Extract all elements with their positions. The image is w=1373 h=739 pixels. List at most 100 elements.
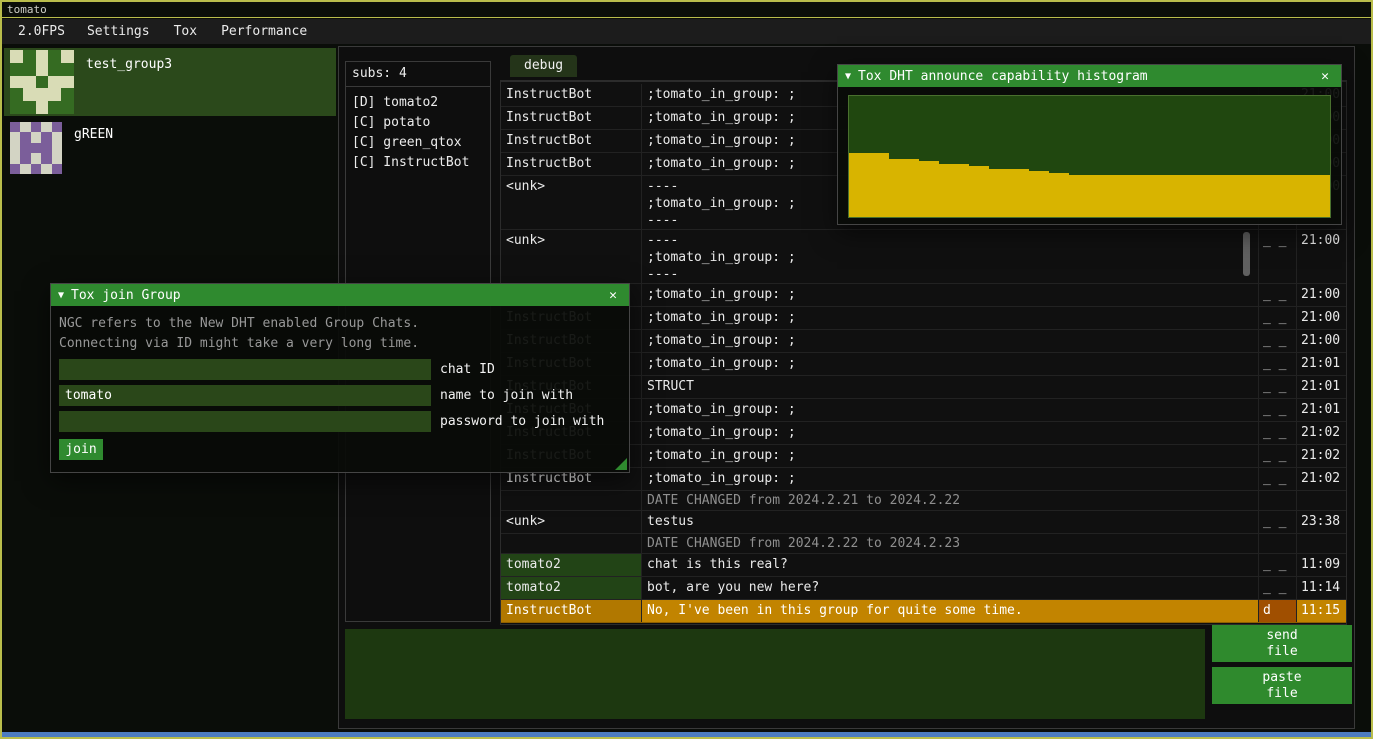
- histogram-bar: [1180, 175, 1190, 217]
- app-window: tomato 2.0FPS Settings Tox Performance t…: [0, 0, 1373, 739]
- avatar-pixel: [23, 88, 36, 101]
- send-file-button[interactable]: send file: [1212, 625, 1352, 662]
- chat-scrollbar[interactable]: [1243, 232, 1250, 276]
- message-row[interactable]: InstructBotNo, I've been in this group f…: [501, 600, 1346, 623]
- window-titlebar[interactable]: tomato: [2, 2, 1371, 18]
- avatar-pixel: [31, 143, 41, 153]
- group-item-test_group3[interactable]: test_group3: [4, 48, 336, 116]
- chat-id-input[interactable]: [59, 359, 431, 380]
- message-flags: _ _: [1258, 376, 1296, 398]
- join-name-input[interactable]: [59, 385, 431, 406]
- avatar-pixel: [48, 88, 61, 101]
- menu-performance[interactable]: Performance: [209, 19, 319, 44]
- histogram-bar: [1250, 175, 1260, 217]
- message-flags: _ _: [1258, 353, 1296, 375]
- avatar-pixel: [10, 122, 20, 132]
- message-text: chat is this real?: [641, 554, 1258, 576]
- message-time: 21:00: [1296, 330, 1346, 352]
- collapse-arrow-icon[interactable]: ▼: [845, 71, 851, 82]
- message-row[interactable]: <unk>---- ;tomato_in_group: ; ----_ _21:…: [501, 230, 1346, 284]
- histogram-bar: [909, 159, 919, 217]
- histogram-bar: [1320, 175, 1330, 217]
- avatar-pixel: [61, 101, 74, 114]
- subs-item-green_qtox[interactable]: [C] green_qtox: [352, 133, 484, 153]
- histogram-bar: [1230, 175, 1240, 217]
- join-password-input[interactable]: [59, 411, 431, 432]
- message-sender: <unk>: [501, 176, 641, 229]
- message-sender: tomato2: [501, 554, 641, 576]
- message-time: 21:00: [1296, 230, 1346, 283]
- close-icon[interactable]: ✕: [604, 288, 622, 303]
- subs-item-tomato2[interactable]: [D] tomato2: [352, 93, 484, 113]
- close-icon[interactable]: ✕: [1316, 69, 1334, 84]
- histogram-bar: [1149, 175, 1159, 217]
- dht-histogram-titlebar[interactable]: ▼ Tox DHT announce capability histogram …: [838, 65, 1341, 87]
- histogram-bar: [1220, 175, 1230, 217]
- dht-histogram-window[interactable]: ▼ Tox DHT announce capability histogram …: [837, 64, 1342, 225]
- message-time: 21:01: [1296, 353, 1346, 375]
- group-label: gREEN: [74, 127, 113, 142]
- field-row-name: name to join with: [59, 385, 621, 406]
- avatar-pixel: [36, 101, 49, 114]
- histogram-bar: [939, 164, 949, 217]
- message-sender: <unk>: [501, 230, 641, 283]
- avatar-pixel: [10, 63, 23, 76]
- message-flags: [1258, 491, 1296, 510]
- histogram-bar: [849, 153, 859, 217]
- avatar-pixel: [41, 143, 51, 153]
- message-text: testus: [641, 511, 1258, 533]
- histogram-bar: [1039, 171, 1049, 217]
- message-row[interactable]: <unk>testus_ _23:38: [501, 511, 1346, 534]
- avatar-pixel: [61, 88, 74, 101]
- bottom-border-strip: [2, 732, 1371, 737]
- message-time: 23:38: [1296, 511, 1346, 533]
- resize-grip[interactable]: [615, 458, 627, 470]
- avatar-pixel: [41, 122, 51, 132]
- avatar-pixel: [36, 63, 49, 76]
- paste-file-button[interactable]: paste file: [1212, 667, 1352, 704]
- message-sender: tomato2: [501, 577, 641, 599]
- date-separator-row[interactable]: DATE CHANGED from 2024.2.22 to 2024.2.23: [501, 534, 1346, 554]
- message-row[interactable]: tomato2chat is this real?_ _11:09: [501, 554, 1346, 577]
- histogram-bar: [989, 169, 999, 217]
- join-group-titlebar[interactable]: ▼ Tox join Group ✕: [51, 284, 629, 306]
- avatar-pixel: [61, 50, 74, 63]
- menu-bar: 2.0FPS Settings Tox Performance: [2, 19, 1371, 44]
- histogram-bar: [889, 159, 899, 217]
- join-group-window[interactable]: ▼ Tox join Group ✕ NGC refers to the New…: [50, 283, 630, 473]
- histogram-bar: [1270, 175, 1280, 217]
- histogram-bar: [919, 161, 929, 217]
- message-time: [1296, 534, 1346, 553]
- fps-counter: 2.0FPS: [8, 19, 75, 44]
- message-text: No, I've been in this group for quite so…: [641, 600, 1258, 622]
- histogram-bar: [859, 153, 869, 217]
- subs-item-instructbot[interactable]: [C] InstructBot: [352, 153, 484, 173]
- subs-item-potato[interactable]: [C] potato: [352, 113, 484, 133]
- tab-debug[interactable]: debug: [510, 55, 577, 77]
- histogram-bar: [1240, 175, 1250, 217]
- avatar-pixel: [10, 50, 23, 63]
- message-flags: d: [1258, 600, 1296, 622]
- avatar-pixel: [52, 153, 62, 163]
- date-separator-row[interactable]: DATE CHANGED from 2024.2.21 to 2024.2.22: [501, 491, 1346, 511]
- message-input[interactable]: [345, 629, 1205, 719]
- collapse-arrow-icon[interactable]: ▼: [58, 290, 64, 301]
- histogram-bar: [1059, 173, 1069, 217]
- menu-settings[interactable]: Settings: [75, 19, 162, 44]
- message-sender: InstructBot: [501, 153, 641, 175]
- histogram-bar: [1210, 175, 1220, 217]
- group-item-green[interactable]: gREEN: [4, 118, 336, 186]
- histogram-bar: [999, 169, 1009, 217]
- message-row[interactable]: tomato2bot, are you new here?_ _11:14: [501, 577, 1346, 600]
- avatar-pixel: [31, 122, 41, 132]
- histogram-bar: [1109, 175, 1119, 217]
- message-flags: _ _: [1258, 330, 1296, 352]
- histogram-bar: [1280, 175, 1290, 217]
- avatar-pixel: [48, 101, 61, 114]
- avatar-pixel: [61, 63, 74, 76]
- menu-tox[interactable]: Tox: [162, 19, 209, 44]
- join-button[interactable]: join: [59, 439, 103, 460]
- message-flags: _ _: [1258, 511, 1296, 533]
- histogram-bar: [929, 161, 939, 217]
- join-group-body: NGC refers to the New DHT enabled Group …: [51, 306, 629, 472]
